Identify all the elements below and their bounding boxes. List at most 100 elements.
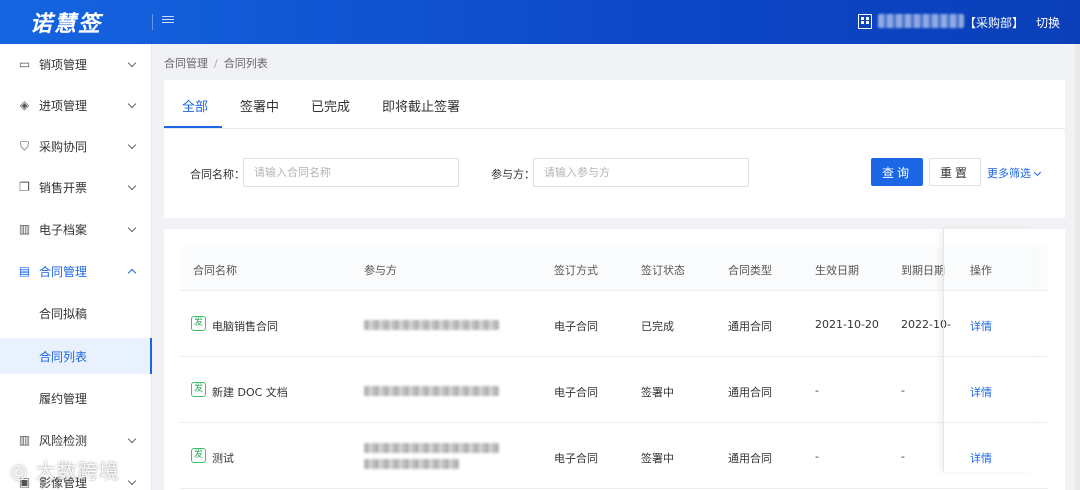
sidebar-subitem-label: 合同列表: [39, 350, 88, 364]
switch-org-button[interactable]: 切换: [1036, 14, 1060, 31]
more-filters-label: 更多筛选: [987, 167, 1031, 180]
tab-near-deadline[interactable]: 即将截止签署: [382, 96, 460, 115]
sidebar-item-sales-invoice[interactable]: ❐ 销售开票: [0, 167, 152, 207]
detail-link[interactable]: 详情: [970, 450, 992, 466]
sidebar-subitem-label: 合同拟稿: [39, 307, 88, 321]
header-expiry-date: 到期日期: [901, 264, 945, 277]
department-label: 【采购部】: [964, 16, 1025, 30]
more-filters-link[interactable]: 更多筛选: [987, 165, 1042, 181]
sidebar-item-output-tax[interactable]: ▭ 销项管理: [0, 44, 152, 84]
table-row: 发 测试 电子合同 签署中 通用合同 - - 详情: [180, 423, 1048, 489]
top-header: 诺慧签 【采购部】 切换: [0, 0, 1080, 44]
header-effective-date: 生效日期: [815, 264, 859, 277]
query-button[interactable]: 查询: [871, 158, 923, 186]
sidebar-item-contract[interactable]: ▤ 合同管理: [0, 251, 152, 291]
header-contract-type: 合同类型: [728, 264, 772, 277]
cell-contract-name[interactable]: 新建 DOC 文档: [212, 384, 288, 400]
breadcrumb-separator: /: [214, 57, 218, 70]
sidebar-item-input-tax[interactable]: ◈ 进项管理: [0, 85, 152, 125]
watermark-logo-icon: ◎: [10, 459, 36, 483]
sidebar-subitem-contract-list[interactable]: 合同列表: [0, 338, 152, 374]
breadcrumb-parent[interactable]: 合同管理: [164, 57, 208, 70]
status-tabs: 全部 签署中 已完成 即将截止签署: [164, 80, 1065, 129]
cell-sign-status: 签署中: [641, 386, 674, 399]
archive-icon: ▥: [18, 221, 31, 236]
sidebar-item-risk[interactable]: ▥ 风险检测: [0, 420, 152, 460]
sidebar: ▭ 销项管理 ◈ 进项管理 ⛉ 采购协同 ❐ 销售开票 ▥ 电子档案 ▤ 合同管…: [0, 44, 152, 490]
header-divider: [152, 14, 153, 30]
cell-sign-method: 电子合同: [554, 452, 598, 465]
header-sign-status: 签订状态: [641, 264, 685, 277]
sidebar-subitem-label: 履约管理: [39, 392, 88, 406]
sidebar-item-label: 销项管理: [39, 57, 88, 72]
party-input[interactable]: [533, 158, 749, 187]
detail-link[interactable]: 详情: [970, 318, 992, 334]
cell-sign-status: 签署中: [641, 452, 674, 465]
cell-effective-date: -: [815, 384, 819, 397]
breadcrumb-current: 合同列表: [223, 57, 268, 70]
chevron-down-icon: [127, 58, 137, 67]
watermark-text: 大数跨境: [35, 459, 120, 483]
sidebar-item-label: 合同管理: [39, 264, 88, 279]
reset-button[interactable]: 重置: [929, 158, 981, 186]
layers-icon: ◈: [19, 97, 30, 112]
issued-badge: 发: [191, 316, 206, 331]
invoice-icon: ▭: [18, 56, 31, 71]
sidebar-item-label: 电子档案: [39, 222, 88, 237]
header-contract-name: 合同名称: [193, 264, 237, 277]
header-party: 参与方: [364, 264, 397, 277]
header-sign-method: 签订方式: [554, 264, 598, 277]
contract-name-input[interactable]: [243, 158, 459, 187]
cell-contract-name[interactable]: 电脑销售合同: [212, 318, 278, 334]
tab-all[interactable]: 全部: [182, 96, 208, 115]
contract-table-panel: 合同名称 参与方 签订方式 签订状态 合同类型 生效日期 到期日期 操作 发 电…: [164, 229, 1065, 490]
chevron-down-icon: [127, 181, 137, 190]
cell-contract-type: 通用合同: [728, 452, 772, 465]
shield-icon: ⛉: [19, 138, 29, 153]
chevron-down-icon: [1033, 168, 1042, 177]
cell-expiry-date: 2022-10-: [901, 318, 951, 331]
cell-contract-type: 通用合同: [728, 320, 772, 333]
sidebar-subitem-performance[interactable]: 履约管理: [0, 380, 152, 416]
filter-panel: 全部 签署中 已完成 即将截止签署 合同名称： 参与方： 查询 重置 更多筛选: [164, 80, 1065, 218]
cell-effective-date: -: [815, 450, 819, 463]
cell-effective-date: 2021-10-20: [815, 318, 879, 331]
menu-collapse-icon[interactable]: [162, 14, 174, 26]
chevron-down-icon: [127, 434, 137, 443]
tab-completed[interactable]: 已完成: [311, 96, 350, 115]
building-icon: [858, 14, 872, 29]
active-tab-indicator: [164, 126, 222, 128]
sidebar-item-procurement[interactable]: ⛉ 采购协同: [0, 126, 152, 166]
sidebar-subitem-draft[interactable]: 合同拟稿: [0, 295, 152, 331]
cell-sign-method: 电子合同: [554, 320, 598, 333]
organization-name-redacted: [878, 14, 964, 28]
table-row: 发 电脑销售合同 电子合同 已完成 通用合同 2021-10-20 2022-1…: [180, 291, 1048, 357]
risk-icon: ▥: [18, 432, 31, 447]
document-copy-icon: ❐: [19, 179, 30, 194]
chevron-up-icon: [127, 268, 137, 277]
table-header: 合同名称 参与方 签订方式 签订状态 合同类型 生效日期 到期日期 操作: [180, 247, 1048, 291]
sidebar-item-label: 风险检测: [39, 433, 88, 448]
page-scrollbar[interactable]: [1075, 44, 1080, 490]
chevron-down-icon: [127, 140, 137, 149]
cell-expiry-date: -: [901, 450, 905, 463]
cell-party-redacted: [364, 320, 499, 330]
sidebar-item-label: 采购协同: [39, 139, 88, 154]
cell-expiry-date: -: [901, 384, 905, 397]
watermark: ◎ 大数跨境: [10, 455, 120, 484]
cell-contract-name[interactable]: 测试: [212, 450, 234, 466]
chevron-down-icon: [127, 476, 137, 485]
sidebar-item-label: 销售开票: [39, 180, 88, 195]
tab-signing[interactable]: 签署中: [240, 96, 279, 115]
cell-sign-status: 已完成: [641, 320, 674, 333]
chevron-down-icon: [127, 99, 137, 108]
table-row: 发 新建 DOC 文档 电子合同 签署中 通用合同 - - 详情: [180, 357, 1048, 423]
contract-icon: ▤: [18, 263, 31, 278]
sidebar-item-e-archive[interactable]: ▥ 电子档案: [0, 209, 152, 249]
chevron-down-icon: [127, 223, 137, 232]
cell-contract-type: 通用合同: [728, 386, 772, 399]
detail-link[interactable]: 详情: [970, 384, 992, 400]
issued-badge: 发: [191, 382, 206, 397]
app-logo[interactable]: 诺慧签: [30, 6, 102, 38]
cell-party-redacted: [364, 386, 499, 396]
